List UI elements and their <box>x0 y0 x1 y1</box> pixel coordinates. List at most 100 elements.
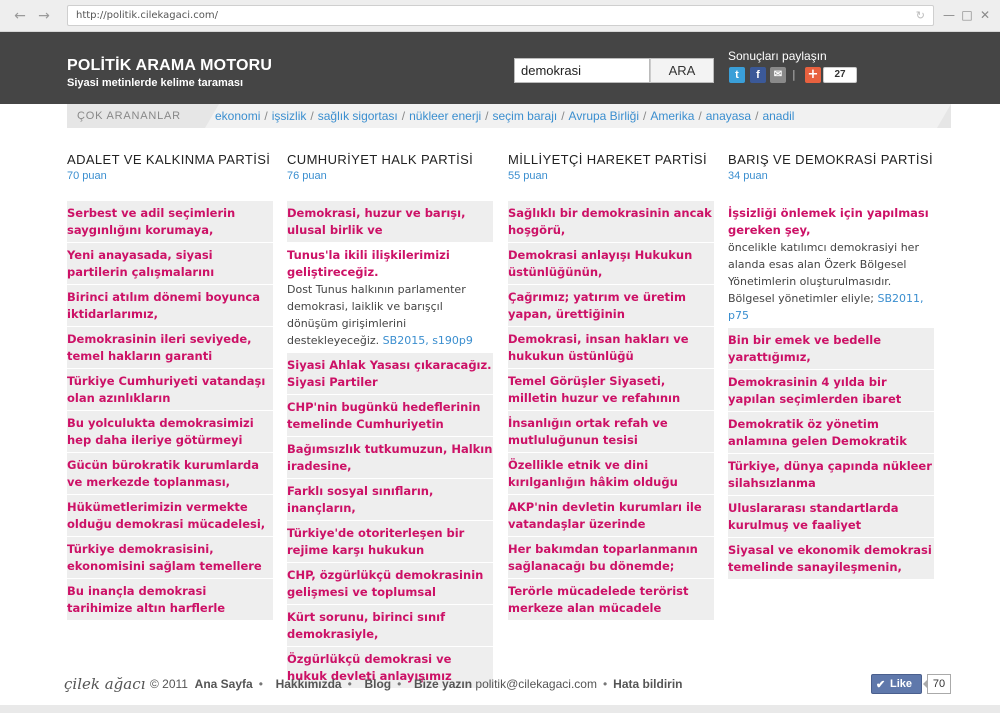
popular-link[interactable]: anadil <box>762 109 794 123</box>
result-item[interactable]: Serbest ve adil seçimlerin saygınlığını … <box>67 200 273 242</box>
popular-link[interactable]: ekonomi <box>215 109 260 123</box>
result-title[interactable]: Siyasi Ahlak Yasası çıkaracağız. Siyasi … <box>287 357 493 391</box>
back-arrow-icon[interactable]: ← <box>12 8 28 24</box>
result-title[interactable]: Tunus'la ikili ilişkilerimizi geliştirec… <box>287 247 493 281</box>
result-title[interactable]: Çağrımız; yatırım ve üretim yapan, ürett… <box>508 289 714 323</box>
footer-link[interactable]: Bize yazın <box>414 677 472 691</box>
result-item[interactable]: Birinci atılım dönemi boyunca iktidarlar… <box>67 284 273 326</box>
result-item[interactable]: Gücün bürokratik kurumlarda ve merkezde … <box>67 452 273 494</box>
result-title[interactable]: Demokrasi, huzur ve barışı, ulusal birli… <box>287 205 493 239</box>
result-item[interactable]: Bin bir emek ve bedelle yarattığımız, <box>728 327 934 369</box>
result-title[interactable]: Siyasal ve ekonomik demokrasi temelinde … <box>728 542 934 576</box>
result-item[interactable]: CHP, özgürlükçü demokrasinin gelişmesi v… <box>287 562 493 604</box>
result-item[interactable]: Bağımsızlık tutkumuzun, Halkın iradesine… <box>287 436 493 478</box>
result-item[interactable]: İşsizliği önlemek için yapılması gereken… <box>728 200 934 327</box>
footer-email[interactable]: politik@cilekagaci.com <box>475 677 597 691</box>
result-item[interactable]: Demokrasi, insan hakları ve hukukun üstü… <box>508 326 714 368</box>
result-item[interactable]: İnsanlığın ortak refah ve mutluluğunun t… <box>508 410 714 452</box>
result-title[interactable]: Gücün bürokratik kurumlarda ve merkezde … <box>67 457 273 491</box>
search-input[interactable] <box>514 58 650 83</box>
result-item[interactable]: Siyasal ve ekonomik demokrasi temelinde … <box>728 537 934 579</box>
result-item[interactable]: Demokrasinin ileri seviyede, temel hakla… <box>67 326 273 368</box>
popular-link[interactable]: sağlık sigortası <box>318 109 398 123</box>
popular-link[interactable]: işsizlik <box>272 109 307 123</box>
result-title[interactable]: Demokrasinin 4 yılda bir yapılan seçimle… <box>728 374 934 408</box>
close-icon[interactable]: ✕ <box>978 8 992 22</box>
reload-icon[interactable]: ↻ <box>916 6 925 25</box>
result-title[interactable]: Serbest ve adil seçimlerin saygınlığını … <box>67 205 273 239</box>
result-item[interactable]: Çağrımız; yatırım ve üretim yapan, ürett… <box>508 284 714 326</box>
result-title[interactable]: CHP, özgürlükçü demokrasinin gelişmesi v… <box>287 567 493 601</box>
twitter-icon[interactable]: t <box>729 67 745 83</box>
result-title[interactable]: Bu inançla demokrasi tarihimize altın ha… <box>67 583 273 617</box>
result-item[interactable]: Türkiye demokrasisini, ekonomisini sağla… <box>67 536 273 578</box>
result-title[interactable]: Bin bir emek ve bedelle yarattığımız, <box>728 332 934 366</box>
result-item[interactable]: Türkiye, dünya çapında nükleer silahsızl… <box>728 453 934 495</box>
result-item[interactable]: Demokratik öz yönetim anlamına gelen Dem… <box>728 411 934 453</box>
result-item[interactable]: AKP'nin devletin kurumları ile vatandaşl… <box>508 494 714 536</box>
result-title[interactable]: Hükümetlerimizin vermekte olduğu demokra… <box>67 499 273 533</box>
minimize-icon[interactable]: — <box>942 8 956 22</box>
result-item[interactable]: Kürt sorunu, birinci sınıf demokrasiyle, <box>287 604 493 646</box>
result-item[interactable]: Her bakımdan toparlanmanın sağlanacağı b… <box>508 536 714 578</box>
result-item[interactable]: Özellikle etnik ve dini kırılganlığın hâ… <box>508 452 714 494</box>
site-title[interactable]: POLİTİK ARAMA MOTORU <box>67 57 272 75</box>
popular-link[interactable]: Avrupa Birliği <box>569 109 639 123</box>
result-item[interactable]: Demokrasinin 4 yılda bir yapılan seçimle… <box>728 369 934 411</box>
result-item[interactable]: Demokrasi anlayışı Hukukun üstünlüğünün, <box>508 242 714 284</box>
like-button[interactable]: ✔ Like <box>871 674 922 694</box>
result-item[interactable]: Tunus'la ikili ilişkilerimizi geliştirec… <box>287 242 493 352</box>
search-button[interactable]: ARA <box>650 58 714 83</box>
result-title[interactable]: Bağımsızlık tutkumuzun, Halkın iradesine… <box>287 441 493 475</box>
popular-link[interactable]: seçim barajı <box>493 109 558 123</box>
result-item[interactable]: Siyasi Ahlak Yasası çıkaracağız. Siyasi … <box>287 352 493 394</box>
result-title[interactable]: Türkiye, dünya çapında nükleer silahsızl… <box>728 458 934 492</box>
result-reference-link[interactable]: SB2015, s190p9 <box>383 334 473 347</box>
result-item[interactable]: Farklı sosyal sınıfların, inançların, <box>287 478 493 520</box>
result-item[interactable]: Türkiye'de otoriterleşen bir rejime karş… <box>287 520 493 562</box>
popular-link[interactable]: Amerika <box>650 109 694 123</box>
result-title[interactable]: Demokratik öz yönetim anlamına gelen Dem… <box>728 416 934 450</box>
result-title[interactable]: Demokrasi, insan hakları ve hukukun üstü… <box>508 331 714 365</box>
result-title[interactable]: Sağlıklı bir demokrasinin ancak hoşgörü, <box>508 205 714 239</box>
mail-icon[interactable]: ✉ <box>770 67 786 83</box>
footer-logo[interactable]: çilek ağacı <box>64 675 145 693</box>
address-bar[interactable]: http://politik.cilekagaci.com/ ↻ <box>67 5 934 26</box>
result-title[interactable]: Yeni anayasada, siyasi partilerin çalışm… <box>67 247 273 281</box>
result-item[interactable]: Bu yolculukta demokrasimizi hep daha ile… <box>67 410 273 452</box>
result-title[interactable]: Demokrasi anlayışı Hukukun üstünlüğünün, <box>508 247 714 281</box>
result-item[interactable]: Bu inançla demokrasi tarihimize altın ha… <box>67 578 273 620</box>
result-item[interactable]: CHP'nin bugünkü hedeflerinin temelinde C… <box>287 394 493 436</box>
result-title[interactable]: Her bakımdan toparlanmanın sağlanacağı b… <box>508 541 714 575</box>
result-title[interactable]: Türkiye'de otoriterleşen bir rejime karş… <box>287 525 493 559</box>
forward-arrow-icon[interactable]: → <box>36 8 52 24</box>
footer-link[interactable]: Blog <box>364 677 391 691</box>
result-title[interactable]: Kürt sorunu, birinci sınıf demokrasiyle, <box>287 609 493 643</box>
result-title[interactable]: Özellikle etnik ve dini kırılganlığın hâ… <box>508 457 714 491</box>
result-title[interactable]: İnsanlığın ortak refah ve mutluluğunun t… <box>508 415 714 449</box>
facebook-icon[interactable]: f <box>750 67 766 83</box>
result-title[interactable]: CHP'nin bugünkü hedeflerinin temelinde C… <box>287 399 493 433</box>
result-title[interactable]: Temel Görüşler Siyaseti, milletin huzur … <box>508 373 714 407</box>
popular-link[interactable]: nükleer enerji <box>409 109 481 123</box>
result-title[interactable]: Birinci atılım dönemi boyunca iktidarlar… <box>67 289 273 323</box>
result-title[interactable]: Türkiye demokrasisini, ekonomisini sağla… <box>67 541 273 575</box>
plus-icon[interactable]: + <box>805 67 821 83</box>
footer-link[interactable]: Ana Sayfa <box>195 677 253 691</box>
result-item[interactable]: Türkiye Cumhuriyeti vatandaşı olan azınl… <box>67 368 273 410</box>
result-item[interactable]: Sağlıklı bir demokrasinin ancak hoşgörü, <box>508 200 714 242</box>
result-title[interactable]: İşsizliği önlemek için yapılması gereken… <box>728 205 934 239</box>
result-item[interactable]: Hükümetlerimizin vermekte olduğu demokra… <box>67 494 273 536</box>
result-title[interactable]: Bu yolculukta demokrasimizi hep daha ile… <box>67 415 273 449</box>
result-item[interactable]: Terörle mücadelede terörist merkeze alan… <box>508 578 714 620</box>
result-item[interactable]: Demokrasi, huzur ve barışı, ulusal birli… <box>287 200 493 242</box>
result-title[interactable]: Uluslararası standartlarda kurulmuş ve f… <box>728 500 934 534</box>
popular-link[interactable]: anayasa <box>706 109 751 123</box>
maximize-icon[interactable]: □ <box>960 8 974 22</box>
footer-link[interactable]: Hakkımızda <box>276 677 342 691</box>
result-title[interactable]: Farklı sosyal sınıfların, inançların, <box>287 483 493 517</box>
result-item[interactable]: Temel Görüşler Siyaseti, milletin huzur … <box>508 368 714 410</box>
result-item[interactable]: Uluslararası standartlarda kurulmuş ve f… <box>728 495 934 537</box>
result-item[interactable]: Yeni anayasada, siyasi partilerin çalışm… <box>67 242 273 284</box>
report-error-link[interactable]: Hata bildirin <box>613 677 682 691</box>
